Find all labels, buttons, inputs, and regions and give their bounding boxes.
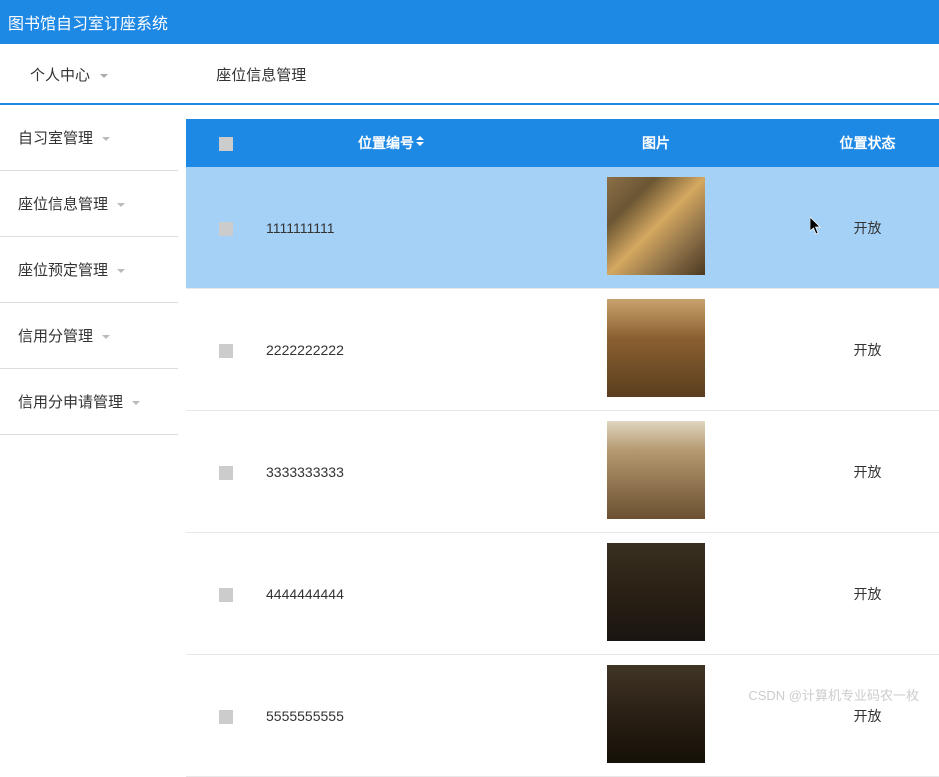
table-header-status: 位置状态: [796, 119, 939, 167]
table-header-row: 位置编号 图片 位置状态: [186, 119, 939, 167]
row-checkbox[interactable]: [219, 466, 233, 480]
sidebar-item-study-room-mgmt[interactable]: 自习室管理: [0, 105, 178, 171]
top-nav-seat-info-mgmt[interactable]: 座位信息管理: [186, 64, 336, 85]
library-image-icon[interactable]: [607, 421, 705, 519]
table-row[interactable]: 4444444444 开放: [186, 533, 939, 655]
table-row[interactable]: 3333333333 开放: [186, 411, 939, 533]
sidebar: 自习室管理 座位信息管理 座位预定管理 信用分管理 信用分申请管理: [0, 105, 178, 777]
row-image-cell: [516, 655, 796, 777]
row-status-cell: 开放: [796, 289, 939, 411]
library-image-icon[interactable]: [607, 299, 705, 397]
row-image-cell: [516, 411, 796, 533]
row-checkbox[interactable]: [219, 344, 233, 358]
main-layout: 自习室管理 座位信息管理 座位预定管理 信用分管理 信用分申请管理 位置编号: [0, 105, 939, 777]
row-checkbox-cell[interactable]: [186, 289, 266, 411]
table-header-image: 图片: [516, 119, 796, 167]
table-header-id[interactable]: 位置编号: [266, 119, 516, 167]
sidebar-item-credit-apply-mgmt[interactable]: 信用分申请管理: [0, 369, 178, 435]
app-header: 图书馆自习室订座系统: [0, 0, 939, 44]
row-status-cell: 开放: [796, 411, 939, 533]
row-image-cell: [516, 289, 796, 411]
table-body: 1111111111开放2222222222开放3333333333开放4444…: [186, 167, 939, 777]
sidebar-item-seat-info-mgmt[interactable]: 座位信息管理: [0, 171, 178, 237]
row-checkbox[interactable]: [219, 588, 233, 602]
row-id-cell: 3333333333: [266, 411, 516, 533]
library-image-icon[interactable]: [607, 177, 705, 275]
row-checkbox-cell[interactable]: [186, 411, 266, 533]
sidebar-item-credit-mgmt[interactable]: 信用分管理: [0, 303, 178, 369]
library-image-icon[interactable]: [607, 543, 705, 641]
row-checkbox[interactable]: [219, 222, 233, 236]
seat-table: 位置编号 图片 位置状态 1111111111开放2222222222开放333…: [186, 119, 939, 777]
table-row[interactable]: 5555555555 开放: [186, 655, 939, 777]
content-area: 位置编号 图片 位置状态 1111111111开放2222222222开放333…: [178, 105, 939, 777]
row-status-cell: 开放: [796, 167, 939, 289]
row-checkbox-cell[interactable]: [186, 655, 266, 777]
row-checkbox-cell[interactable]: [186, 533, 266, 655]
select-all-checkbox[interactable]: [219, 137, 233, 151]
sidebar-item-seat-reserve-mgmt[interactable]: 座位预定管理: [0, 237, 178, 303]
row-id-cell: 4444444444: [266, 533, 516, 655]
app-title: 图书馆自习室订座系统: [8, 16, 168, 33]
row-id-cell: 2222222222: [266, 289, 516, 411]
table-row[interactable]: 2222222222 开放: [186, 289, 939, 411]
row-checkbox[interactable]: [219, 710, 233, 724]
row-image-cell: [516, 167, 796, 289]
top-nav-personal-center[interactable]: 个人中心: [0, 64, 138, 85]
row-status-cell: 开放: [796, 533, 939, 655]
row-image-cell: [516, 533, 796, 655]
library-image-icon[interactable]: [607, 665, 705, 763]
row-id-cell: 1111111111: [266, 167, 516, 289]
table-header-checkbox[interactable]: [186, 119, 266, 167]
row-id-cell: 5555555555: [266, 655, 516, 777]
top-nav: 个人中心 座位信息管理: [0, 44, 939, 105]
row-status-cell: 开放: [796, 655, 939, 777]
table-row[interactable]: 1111111111 开放: [186, 167, 939, 289]
row-checkbox-cell[interactable]: [186, 167, 266, 289]
